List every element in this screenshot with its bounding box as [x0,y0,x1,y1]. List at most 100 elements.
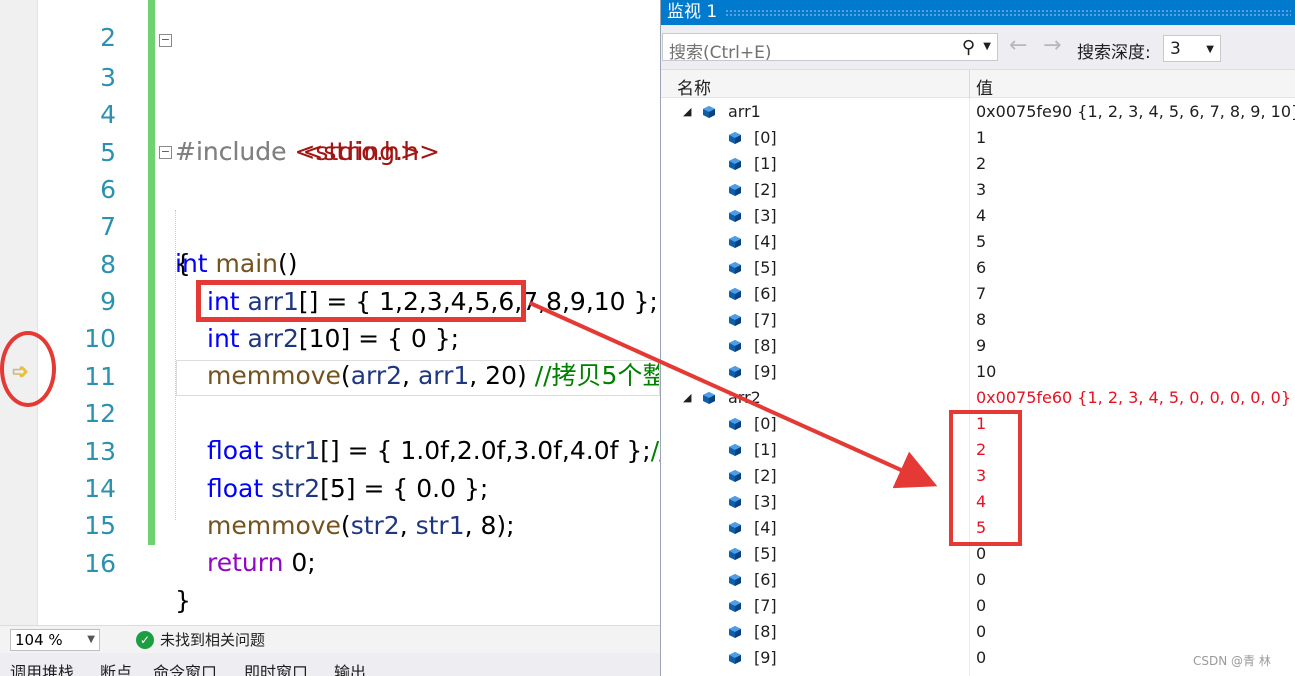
column-splitter[interactable] [969,70,970,99]
watch-row-element[interactable]: [7] 0 [661,593,1295,619]
code-line[interactable]: 14 memmove(str2, str1, 8); [0,433,660,540]
watch-toolbar: 搜索(Ctrl+E) ⚲ ▼ ← → 搜索深度: 3 ▼ [661,25,1295,69]
code-line[interactable]: 11 [0,321,660,391]
tab-command-window[interactable]: 命令窗口 [153,659,217,676]
fold-collapse-icon[interactable]: − [159,34,172,47]
variable-icon [703,392,715,404]
search-depth-value: 3 [1170,39,1181,59]
watch-name: [2] [754,466,777,485]
chevron-down-icon[interactable]: ▼ [983,41,991,52]
watch-name: [4] [754,518,777,537]
watch-value[interactable]: 0 [976,619,986,645]
search-depth-select[interactable]: 3 ▼ [1163,35,1221,62]
variable-icon [729,470,741,482]
annotation-box-memmove [196,280,526,322]
variable-icon [729,418,741,430]
code-line[interactable]: 5 [0,97,660,167]
expand-toggle-icon[interactable]: ◢ [683,385,691,411]
arrow-right-icon[interactable]: → [1043,33,1061,58]
watch-value[interactable]: 8 [976,307,986,333]
variable-icon [729,184,741,196]
watch-row-element[interactable]: [6] 7 [661,281,1295,307]
watch-value[interactable]: 5 [976,229,986,255]
watch-name: [6] [754,570,777,589]
watch-row-element[interactable]: [8] 9 [661,333,1295,359]
variable-icon [729,314,741,326]
watch-value[interactable]: 0x0075fe90 {1, 2, 3, 4, 5, 6, 7, 8, 9, 1… [976,99,1295,125]
annotation-box-values [949,410,1022,546]
column-header-value[interactable]: 值 [976,74,993,99]
code-editor[interactable]: 2 3 − #include <stdio.h> 4 #include <str… [0,0,660,625]
code-line[interactable]: 6 − int main() [0,134,660,278]
variable-icon [729,496,741,508]
watch-value[interactable]: 10 [976,359,996,385]
chevron-down-icon: ▼ [1206,44,1214,55]
watch-row-element[interactable]: [5] 6 [661,255,1295,281]
code-line[interactable]: 3 − #include <stdio.h> [0,22,660,166]
tab-breakpoints[interactable]: 断点 [100,659,132,676]
code-line[interactable]: 9 int arr2[10] = { 0 }; [0,246,660,353]
watch-row-element[interactable]: [3] 4 [661,203,1295,229]
code-line[interactable]: 16 } [0,508,660,615]
watch-value[interactable]: 0x0075fe60 {1, 2, 3, 4, 5, 0, 0, 0, 0, 0… [976,385,1291,411]
variable-icon [729,236,741,248]
watch-value[interactable]: 4 [976,203,986,229]
tool-window-tabs: 调用堆栈 断点 命令窗口 即时窗口 输出 [0,653,660,676]
variable-icon [729,522,741,534]
watch-name: [7] [754,310,777,329]
variable-icon [729,444,741,456]
watch-row-element[interactable]: [9] 10 [661,359,1295,385]
watch-name: arr1 [728,102,761,121]
watch-row-element[interactable]: [7] 8 [661,307,1295,333]
tab-call-stack[interactable]: 调用堆栈 [10,659,74,676]
expand-toggle-icon[interactable]: ◢ [683,99,691,125]
watch-row-element[interactable]: [8] 0 [661,619,1295,645]
watch-value[interactable]: 9 [976,333,986,359]
current-line-highlight [176,360,660,396]
watch-value[interactable]: 1 [976,125,986,151]
watermark: CSDN @青 林 [1193,654,1271,668]
watch-name: arr2 [728,388,761,407]
watch-column-header: 名称 值 [661,69,1295,99]
editor-status-bar: 104 % ▼ ✓ 未找到相关问题 [0,625,660,653]
fold-collapse-icon[interactable]: − [159,146,172,159]
watch-row-element[interactable]: [1] 2 [661,151,1295,177]
watch-title-bar[interactable]: 监视 1 [661,0,1295,25]
variable-icon [729,288,741,300]
watch-value[interactable]: 3 [976,177,986,203]
watch-value[interactable]: 0 [976,567,986,593]
code-line[interactable]: 13 float str2[5] = { 0.0 }; [0,396,660,503]
watch-row-variable[interactable]: ◢ arr2 0x0075fe60 {1, 2, 3, 4, 5, 0, 0, 0,… [661,385,1295,411]
variable-icon [729,158,741,170]
arrow-left-icon[interactable]: ← [1009,33,1027,58]
watch-row-element[interactable]: [6] 0 [661,567,1295,593]
search-input[interactable]: 搜索(Ctrl+E) ⚲ ▼ [662,33,998,63]
zoom-select[interactable]: 104 % ▼ [10,629,100,651]
watch-value[interactable]: 0 [976,645,986,671]
column-header-name[interactable]: 名称 [677,74,711,99]
watch-window: 监视 1 搜索(Ctrl+E) ⚲ ▼ ← → 搜索深度: 3 ▼ 名称 值 ◢… [660,0,1295,676]
variable-icon [729,652,741,664]
check-circle-icon: ✓ [136,631,154,649]
code-line[interactable]: 8 int arr1[] = { 1,2,3,4,5,6,7,8,9,10 }; [0,209,660,316]
watch-row-variable[interactable]: ◢ arr1 0x0075fe90 {1, 2, 3, 4, 5, 6, 7, 8,… [661,99,1295,125]
code-line[interactable]: 15 return 0; [0,470,660,577]
watch-value[interactable]: 0 [976,593,986,619]
watch-value[interactable]: 7 [976,281,986,307]
watch-name: [1] [754,440,777,459]
watch-value[interactable]: 6 [976,255,986,281]
watch-value[interactable]: 2 [976,151,986,177]
watch-row-element[interactable]: [2] 3 [661,177,1295,203]
watch-row-element[interactable]: [4] 5 [661,229,1295,255]
code-line[interactable]: 4 #include <string.h> [0,59,660,166]
watch-row-element[interactable]: [0] 1 [661,125,1295,151]
execution-pointer-icon[interactable]: ➩ [12,360,34,382]
tab-immediate-window[interactable]: 即时窗口 [244,659,308,676]
tab-output[interactable]: 输出 [334,659,366,676]
code-line[interactable]: 7 { [0,171,660,278]
variable-icon [729,340,741,352]
watch-name: [7] [754,596,777,615]
search-icon[interactable]: ⚲ [962,37,975,58]
code-line[interactable]: 2 [0,0,660,52]
issues-status[interactable]: 未找到相关问题 [160,629,265,651]
